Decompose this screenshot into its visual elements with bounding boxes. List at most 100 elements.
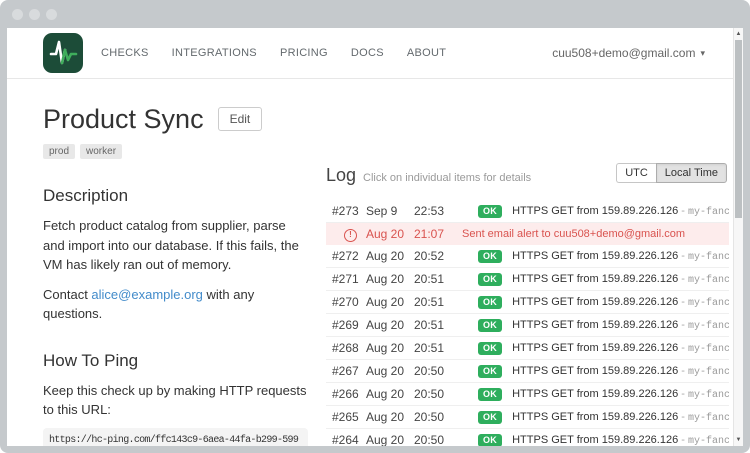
log-row-number: #269: [326, 318, 366, 332]
user-agent-text: my-fancy-sy…: [688, 436, 729, 447]
contact-email-link[interactable]: alice@example.org: [91, 287, 202, 302]
account-menu[interactable]: cuu508+demo@gmail.com ▾: [552, 46, 705, 60]
window-control-dot[interactable]: [29, 9, 40, 20]
log-row-time: 21:07: [414, 227, 454, 241]
log-row-time: 20:52: [414, 249, 454, 263]
nav-link-pricing[interactable]: PRICING: [280, 47, 328, 59]
app-logo-icon[interactable]: [43, 33, 83, 73]
log-row[interactable]: #265Aug 2020:50 OK HTTPS GET from 159.89.2…: [326, 406, 729, 429]
log-row[interactable]: #273Sep 922:53OKHTTPS GET from 159.89.22…: [326, 200, 729, 223]
ok-badge: OK: [478, 365, 502, 378]
log-row-date: Aug 20: [366, 227, 414, 241]
user-agent-text: my-fancy-sy…: [688, 344, 729, 355]
user-agent-text: my-fancy-sy…: [688, 207, 729, 218]
account-email: cuu508+demo@gmail.com: [552, 46, 695, 60]
nav-link-checks[interactable]: CHECKS: [101, 47, 149, 59]
log-row-number: #272: [326, 249, 366, 263]
message-separator: -: [678, 388, 688, 400]
message-separator: -: [678, 273, 688, 285]
log-row-time: 22:53: [414, 204, 454, 218]
nav-link-integrations[interactable]: INTEGRATIONS: [172, 47, 257, 59]
log-subtitle: Click on individual items for details: [363, 172, 531, 184]
navbar: CHECKS INTEGRATIONS PRICING DOCS ABOUT cuu50…: [7, 28, 743, 79]
ping-url-code[interactable]: https://hc-ping.com/ffc143c9-6aea-44fa-b…: [43, 428, 308, 447]
log-row-date: Aug 20: [366, 249, 414, 263]
ok-badge: OK: [478, 296, 502, 309]
log-row-time: 20:51: [414, 295, 454, 309]
scroll-down-icon[interactable]: ▼: [734, 434, 743, 446]
scrollbar[interactable]: ▲ ▼: [733, 28, 743, 446]
user-agent-text: my-fancy-sy…: [688, 367, 729, 378]
timezone-local-time-button[interactable]: Local Time: [656, 163, 727, 183]
message-separator: -: [678, 365, 688, 377]
contact-prefix: Contact: [43, 287, 91, 302]
nav-link-about[interactable]: ABOUT: [407, 47, 446, 59]
log-row[interactable]: #267Aug 2020:50OKHTTPS GET from 159.89.2…: [326, 360, 729, 383]
log-row-date: Aug 20: [366, 387, 414, 401]
timezone-utc-button[interactable]: UTC: [616, 163, 656, 183]
log-row-number: #265: [326, 410, 366, 424]
log-row-date: Aug 20: [366, 295, 414, 309]
log-row-number: !: [326, 226, 366, 242]
log-row-message: Sent email alert to cuu508+demo@gmail.co…: [462, 228, 729, 240]
log-row-message: HTTPS GET from 159.89.226.126 - my-fancy…: [512, 205, 729, 218]
nav-link-docs[interactable]: DOCS: [351, 47, 384, 59]
user-agent-text: my-fancy-sy…: [688, 252, 729, 263]
scroll-up-icon[interactable]: ▲: [734, 28, 743, 40]
log-row-date: Aug 20: [366, 364, 414, 378]
user-agent-text: my-fancy-sy…: [688, 275, 729, 286]
log-header: Log Click on individual items for details…: [326, 165, 729, 186]
log-row-message: HTTPS GET from 159.89.226.126 - my-fancy…: [512, 296, 729, 309]
tag-worker: worker: [80, 144, 122, 159]
description-heading: Description: [43, 186, 308, 206]
log-row-message: HTTPS GET from 159.89.226.126 - my-fancy…: [512, 388, 729, 401]
ok-badge: OK: [478, 411, 502, 424]
how-to-ping-heading: How To Ping: [43, 351, 308, 371]
log-row[interactable]: #268Aug 2020:51 OK HTTPS GET from 159.89.2…: [326, 337, 729, 360]
log-row-date: Aug 20: [366, 410, 414, 424]
log-row[interactable]: #266Aug 2020:50 OK HTTPS GET from 159.89.2…: [326, 383, 729, 406]
nav-links: CHECKS INTEGRATIONS PRICING DOCS ABOUT: [101, 47, 552, 59]
ping-url-instruction: Keep this check up by making HTTP reques…: [43, 381, 308, 420]
log-row-number: #266: [326, 387, 366, 401]
log-row[interactable]: #264Aug 2020:50OKHTTPS GET from 159.89.2…: [326, 429, 729, 446]
edit-button[interactable]: Edit: [218, 107, 263, 131]
log-row[interactable]: #270Aug 2020:51OKHTTPS GET from 159.89.2…: [326, 291, 729, 314]
log-heading: Log: [326, 165, 356, 185]
tag-list: prod worker: [43, 141, 308, 159]
timezone-toggle: UTCLocal Time: [616, 163, 727, 183]
tag-prod: prod: [43, 144, 75, 159]
log-row-number: #271: [326, 272, 366, 286]
log-row-time: 20:50: [414, 387, 454, 401]
window-control-dot[interactable]: [12, 9, 23, 20]
ok-badge: OK: [478, 250, 502, 263]
log-row-message: HTTPS GET from 159.89.226.126 - my-fancy…: [512, 365, 729, 378]
log-row[interactable]: #269Aug 2020:51OKHTTPS GET from 159.89.2…: [326, 314, 729, 337]
alert-icon: !: [344, 229, 357, 242]
window-control-dot[interactable]: [46, 9, 57, 20]
log-row-message: HTTPS GET from 159.89.226.126 - my-fancy…: [512, 411, 729, 424]
log-row-time: 20:50: [414, 410, 454, 424]
user-agent-text: my-fancy-sy…: [688, 390, 729, 401]
message-separator: -: [678, 411, 688, 423]
log-row[interactable]: ! Aug 2021:07 Sent email alert to cuu508+d…: [326, 223, 729, 245]
log-row-number: #267: [326, 364, 366, 378]
log-row-message: HTTPS GET from 159.89.226.126 - my-fancy…: [512, 342, 729, 355]
log-row-date: Sep 9: [366, 204, 414, 218]
message-separator: -: [678, 205, 688, 217]
log-row-time: 20:51: [414, 272, 454, 286]
log-row-time: 20:51: [414, 341, 454, 355]
log-row-number: #268: [326, 341, 366, 355]
log-row-date: Aug 20: [366, 341, 414, 355]
scrollbar-thumb[interactable]: [735, 40, 742, 218]
ok-badge: OK: [478, 342, 502, 355]
main-area: Product Sync Edit prodworker Description…: [7, 79, 743, 446]
log-row[interactable]: #272Aug 2020:52OKHTTPS GET from 159.89.2…: [326, 245, 729, 268]
log-column: Log Click on individual items for details…: [326, 165, 729, 446]
log-table: #273Sep 922:53OKHTTPS GET from 159.89.22…: [326, 200, 729, 446]
message-separator: -: [678, 319, 688, 331]
log-row-date: Aug 20: [366, 318, 414, 332]
ok-badge: OK: [478, 388, 502, 401]
log-row[interactable]: #271Aug 2020:51OKHTTPS GET from 159.89.2…: [326, 268, 729, 291]
ok-badge: OK: [478, 205, 502, 218]
